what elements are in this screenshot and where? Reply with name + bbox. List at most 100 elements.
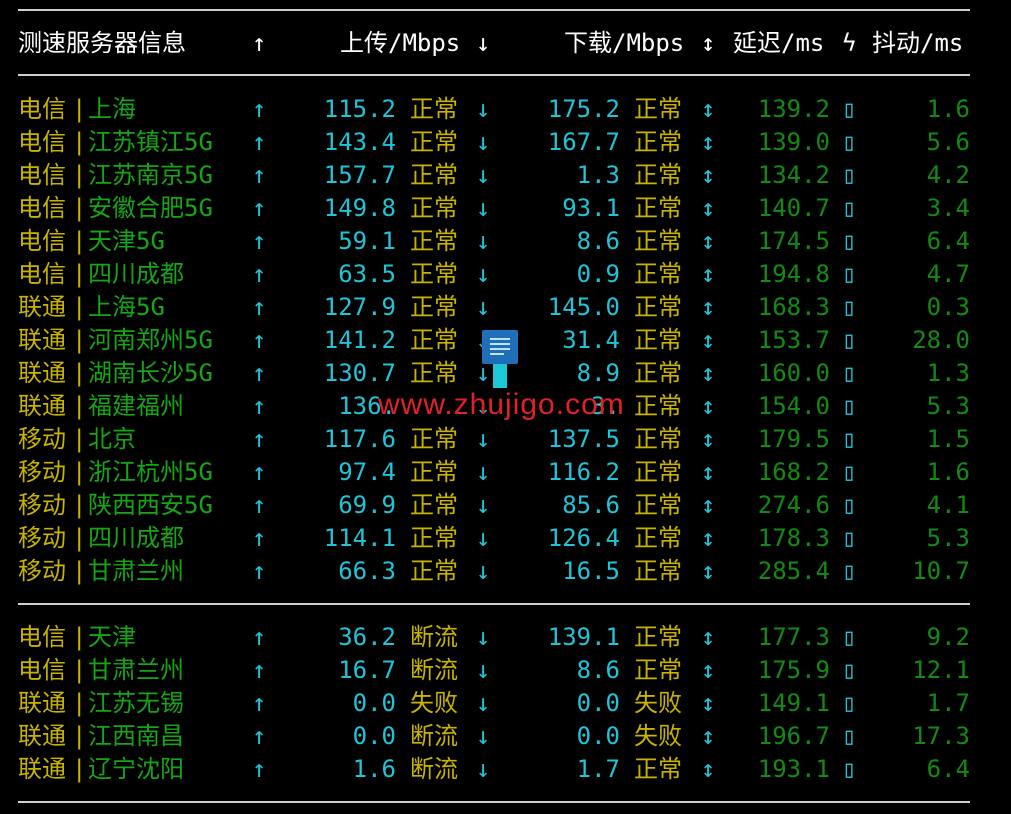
down-arrow-icon: ↓ [476,755,491,783]
jitter-box-icon: ▯ [842,689,857,717]
header-download: 下载/Mbps [564,29,685,57]
down-arrow-icon: ↓ [476,194,491,222]
updown-arrow-icon: ↕ [701,326,716,354]
jitter-box-icon: ▯ [842,359,857,387]
jitter-value: 10.7 [912,557,970,585]
separator-bottom [18,801,970,803]
updown-arrow-icon: ↕ [701,722,716,750]
jitter-value: 6.4 [926,755,970,783]
up-arrow-icon: ↑ [252,557,267,585]
header-server-info: 测速服务器信息 [18,29,186,57]
download-status: 正常 [634,359,682,387]
table-row: 电信 | 江苏南京5G ↑ 157.7 正常 ↓ 1.3 正常 ↕ 134.2 ▯ 4.2 [0,159,1011,192]
pipe-separator: | [72,425,87,453]
updown-arrow-icon: ↕ [701,623,716,651]
location-label: 湖南长沙5G [88,359,213,387]
latency-value: 168.2 [757,458,830,486]
updown-arrow-icon: ↕ [701,260,716,288]
updown-arrow-icon: ↕ [701,293,716,321]
download-status: 正常 [634,458,682,486]
upload-value: 130.7 [323,359,396,387]
upload-status: 正常 [410,557,458,585]
jitter-value: 12.1 [912,656,970,684]
upload-value: 16.7 [338,656,396,684]
lightning-icon: ϟ [842,29,857,57]
upload-value: 97.4 [338,458,396,486]
location-label: 甘肃兰州 [88,557,184,585]
updown-arrow-icon: ↕ [701,161,716,189]
isp-label: 联通 [18,392,66,420]
location-label: 甘肃兰州 [88,656,184,684]
table-row: 电信 | 安徽合肥5G ↑ 149.8 正常 ↓ 93.1 正常 ↕ 140.7 ▯ 3.4 [0,192,1011,225]
isp-label: 电信 [18,161,66,189]
updown-arrow-icon: ↕ [701,227,716,255]
download-value: 0.9 [576,260,620,288]
download-value: 93.1 [562,194,620,222]
down-arrow-icon: ↓ [476,260,491,288]
location-label: 上海 [88,95,136,123]
latency-value: 175.9 [757,656,830,684]
pipe-separator: | [72,623,87,651]
isp-label: 移动 [18,491,66,519]
upload-status: 失败 [410,689,458,717]
latency-value: 174.5 [757,227,830,255]
down-arrow-icon: ↓ [476,29,491,57]
updown-arrow-icon: ↕ [701,755,716,783]
isp-label: 移动 [18,557,66,585]
download-value: 167.7 [547,128,620,156]
jitter-value: 5.6 [926,128,970,156]
download-value: 31.4 [562,326,620,354]
location-label: 江苏南京5G [88,161,213,189]
upload-value: 63.5 [338,260,396,288]
jitter-box-icon: ▯ [842,524,857,552]
download-value: 8.6 [576,227,620,255]
up-arrow-icon: ↑ [252,29,267,57]
isp-label: 联通 [18,689,66,717]
download-value: 8.9 [576,359,620,387]
download-value: 145.0 [547,293,620,321]
download-status: 正常 [634,194,682,222]
isp-label: 电信 [18,656,66,684]
pipe-separator: | [72,161,87,189]
isp-label: 电信 [18,227,66,255]
pipe-separator: | [72,293,87,321]
jitter-box-icon: ▯ [842,491,857,519]
down-arrow-icon: ↓ [476,656,491,684]
table-row: 联通 | 江西南昌 ↑ 0.0 断流 ↓ 0.0 失败 ↕ 196.7 ▯ 17.3 [0,720,1011,753]
download-value: 8.6 [576,656,620,684]
jitter-value: 4.1 [926,491,970,519]
down-arrow-icon: ↓ [476,689,491,717]
up-arrow-icon: ↑ [252,458,267,486]
up-arrow-icon: ↑ [252,95,267,123]
download-value: 175.2 [547,95,620,123]
upload-status: 正常 [410,128,458,156]
isp-label: 电信 [18,128,66,156]
upload-value: 115.2 [323,95,396,123]
jitter-value: 6.4 [926,227,970,255]
download-status: 正常 [634,425,682,453]
latency-value: 177.3 [757,623,830,651]
latency-value: 196.7 [757,722,830,750]
location-label: 河南郑州5G [88,326,213,354]
down-arrow-icon: ↓ [476,425,491,453]
updown-arrow-icon: ↕ [701,359,716,387]
isp-label: 移动 [18,458,66,486]
download-status: 正常 [634,656,682,684]
upload-status: 正常 [410,161,458,189]
updown-arrow-icon: ↕ [701,194,716,222]
latency-value: 168.3 [757,293,830,321]
isp-label: 联通 [18,359,66,387]
latency-value: 193.1 [757,755,830,783]
down-arrow-icon: ↓ [476,722,491,750]
jitter-value: 9.2 [926,623,970,651]
jitter-box-icon: ▯ [842,392,857,420]
table-row: 电信 | 甘肃兰州 ↑ 16.7 断流 ↓ 8.6 正常 ↕ 175.9 ▯ 12.1 [0,654,1011,687]
up-arrow-icon: ↑ [252,656,267,684]
isp-label: 电信 [18,623,66,651]
upload-value: 127.9 [323,293,396,321]
upload-status: 断流 [410,755,458,783]
jitter-value: 1.3 [926,359,970,387]
upload-status: 正常 [410,95,458,123]
jitter-box-icon: ▯ [842,656,857,684]
separator-header [18,74,970,76]
